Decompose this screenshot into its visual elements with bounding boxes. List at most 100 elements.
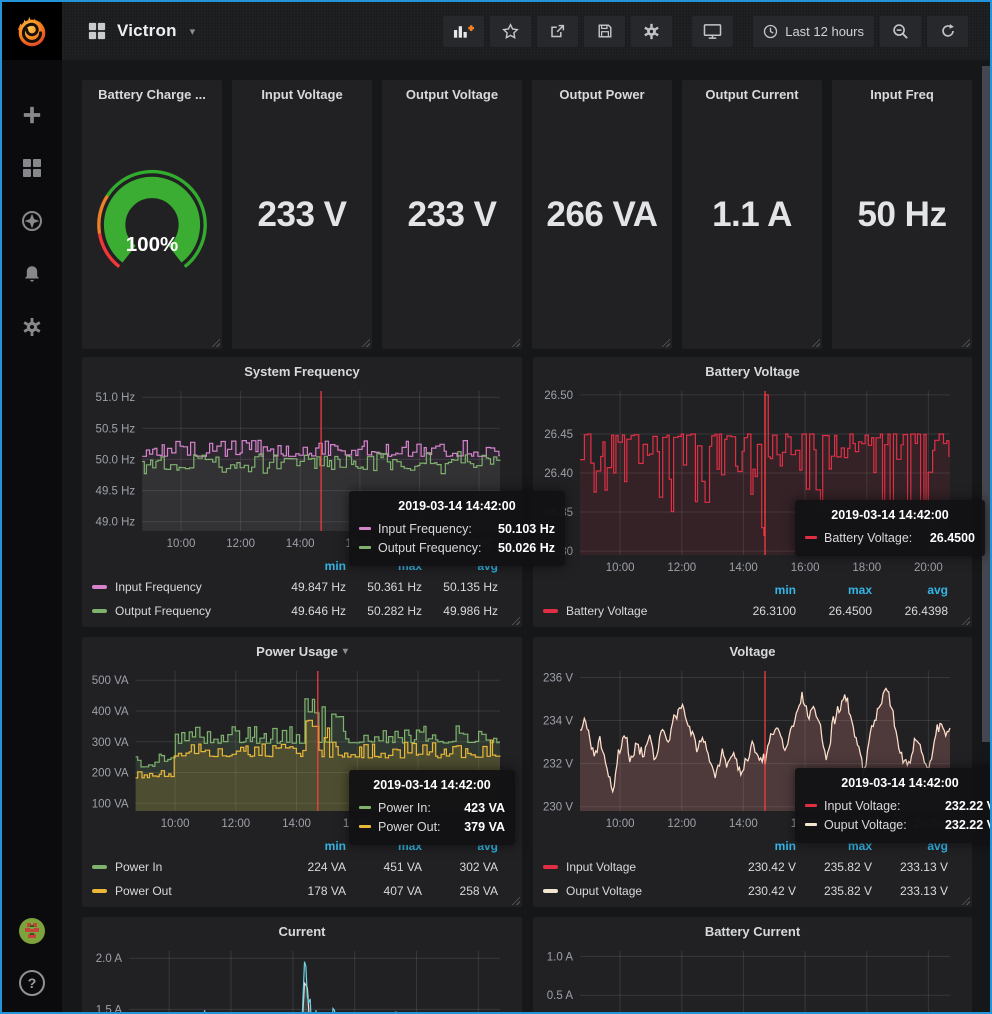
tooltip-series-name: Output Frequency: — [378, 541, 482, 555]
scrollbar-thumb[interactable] — [982, 66, 990, 742]
stat-value: 50 Hz — [832, 80, 972, 349]
x-axis-tick: 10:00 — [167, 538, 196, 550]
legend-header-min[interactable]: min — [270, 559, 346, 573]
save-button[interactable] — [584, 16, 625, 47]
panel-title[interactable]: Output Current — [682, 87, 822, 102]
sidebar-item-explore[interactable] — [19, 208, 45, 234]
legend-header-max[interactable]: max — [796, 583, 872, 597]
legend-series-swatch[interactable] — [543, 609, 558, 613]
tv-mode-button[interactable] — [692, 16, 733, 47]
gear-icon — [22, 317, 42, 337]
legend-series-swatch[interactable] — [92, 609, 107, 613]
panel-title[interactable]: Input Voltage — [232, 87, 372, 102]
x-axis-tick: 18:00 — [852, 562, 881, 574]
legend-series-name[interactable]: Power Out — [115, 884, 172, 898]
panel-title[interactable]: Battery Voltage — [533, 364, 972, 379]
legend-series-swatch[interactable] — [543, 889, 558, 893]
legend-series-swatch[interactable] — [92, 585, 107, 589]
panel-title[interactable]: Input Freq — [832, 87, 972, 102]
grafana-logo[interactable] — [2, 2, 62, 60]
toolbar: Last 12 hours — [443, 16, 968, 47]
legend-series-swatch[interactable] — [543, 865, 558, 869]
chart-legend: minmaxavgPower In224 VA451 VA302 VAPower… — [92, 837, 498, 903]
panel-settings-button[interactable] — [631, 16, 672, 47]
legend-series-name[interactable]: Output Frequency — [115, 604, 211, 618]
share-button[interactable] — [537, 16, 578, 47]
legend-series-name[interactable]: Input Voltage — [566, 860, 636, 874]
panel-title[interactable]: Output Voltage — [382, 87, 522, 102]
y-axis-tick: 26.45 — [544, 429, 573, 441]
user-avatar[interactable] — [18, 917, 46, 950]
y-axis-tick: 1.0 A — [547, 951, 574, 963]
legend-header-avg[interactable]: avg — [872, 583, 948, 597]
stat-value: 233 V — [382, 80, 522, 349]
sidebar: ? — [2, 2, 62, 1012]
sidebar-item-create[interactable] — [19, 102, 45, 128]
panel-title[interactable]: Voltage — [533, 644, 972, 659]
legend-series-name[interactable]: Input Frequency — [115, 580, 202, 594]
legend-header-min[interactable]: min — [720, 583, 796, 597]
bell-icon — [22, 264, 42, 284]
legend-stat-avg: 49.986 Hz — [422, 604, 498, 618]
sidebar-item-dashboards[interactable] — [19, 155, 45, 181]
tooltip-series-swatch — [359, 546, 371, 549]
panel-title[interactable]: Output Power — [532, 87, 672, 102]
x-axis-tick: 16:00 — [791, 562, 820, 574]
help-button[interactable]: ? — [19, 970, 45, 996]
zoom-out-button[interactable] — [880, 16, 921, 47]
panel-title[interactable]: Current — [82, 924, 522, 939]
refresh-button[interactable] — [927, 16, 968, 47]
y-axis-tick: 234 V — [543, 716, 573, 728]
tooltip-row: Ouput Voltage:232.22 V — [805, 815, 992, 834]
tooltip-row: Power In:423 VA — [359, 798, 505, 817]
dashboard-title-button[interactable]: Victron ▾ — [88, 21, 195, 41]
legend-row: Power Out178 VA407 VA258 VA — [92, 879, 498, 903]
tooltip-series-value: 379 VA — [450, 820, 505, 834]
y-axis-tick: 300 VA — [92, 737, 129, 749]
tooltip-series-value: 423 VA — [450, 801, 505, 815]
legend-row: Power In224 VA451 VA302 VA — [92, 855, 498, 879]
y-axis-tick: 49.5 Hz — [96, 486, 136, 498]
tooltip-series-swatch — [359, 825, 371, 828]
y-axis-tick: 49.0 Hz — [96, 517, 136, 529]
legend-stat-avg: 233.13 V — [872, 860, 948, 874]
star-button[interactable] — [490, 16, 531, 47]
legend-series-swatch[interactable] — [92, 865, 107, 869]
graph-tooltip: 2019-03-14 14:42:00Input Frequency:50.10… — [349, 491, 565, 566]
legend-header-min[interactable]: min — [270, 839, 346, 853]
tooltip-timestamp: 2019-03-14 14:42:00 — [359, 499, 555, 513]
x-axis-tick: 10:00 — [606, 818, 635, 830]
add-panel-button[interactable] — [443, 16, 484, 47]
panel-battery-voltage: Battery Voltage 26.3026.3526.4026.4526.5… — [533, 357, 972, 627]
refresh-icon — [940, 23, 956, 39]
sidebar-item-configuration[interactable] — [19, 314, 45, 340]
sidebar-item-alerting[interactable] — [19, 261, 45, 287]
panel-title[interactable]: Battery Charge ... — [82, 87, 222, 102]
legend-series-name[interactable]: Ouput Voltage — [566, 884, 642, 898]
grafana-app: ? Victron ▾ — [0, 0, 992, 1014]
legend-header-min[interactable]: min — [720, 839, 796, 853]
x-axis-tick: 12:00 — [226, 538, 255, 550]
panel-title[interactable]: Battery Current — [533, 924, 972, 939]
y-axis-tick: 26.40 — [544, 468, 573, 480]
share-icon — [549, 23, 566, 40]
legend-stat-min: 230.42 V — [720, 884, 796, 898]
tooltip-series-name: Input Frequency: — [378, 522, 472, 536]
save-icon — [597, 23, 613, 39]
y-axis-tick: 50.0 Hz — [96, 454, 136, 466]
legend-series-name[interactable]: Power In — [115, 860, 162, 874]
legend-series-swatch[interactable] — [92, 889, 107, 893]
legend-stat-max: 451 VA — [346, 860, 422, 874]
tooltip-timestamp: 2019-03-14 14:42:00 — [805, 776, 992, 790]
time-range-button[interactable]: Last 12 hours — [753, 16, 874, 47]
legend-stat-min: 230.42 V — [720, 860, 796, 874]
panel-title[interactable]: Power Usage▾ — [82, 644, 522, 659]
legend-series-name[interactable]: Battery Voltage — [566, 604, 647, 618]
grafana-logo-icon — [12, 11, 52, 51]
panel-title[interactable]: System Frequency — [82, 364, 522, 379]
sidebar-bottom: ? — [18, 917, 46, 1012]
zoom-out-icon — [892, 23, 909, 40]
legend-stat-min: 224 VA — [270, 860, 346, 874]
chart-legend: minmaxavgBattery Voltage26.310026.450026… — [543, 581, 948, 623]
legend-row: Ouput Voltage230.42 V235.82 V233.13 V — [543, 879, 948, 903]
